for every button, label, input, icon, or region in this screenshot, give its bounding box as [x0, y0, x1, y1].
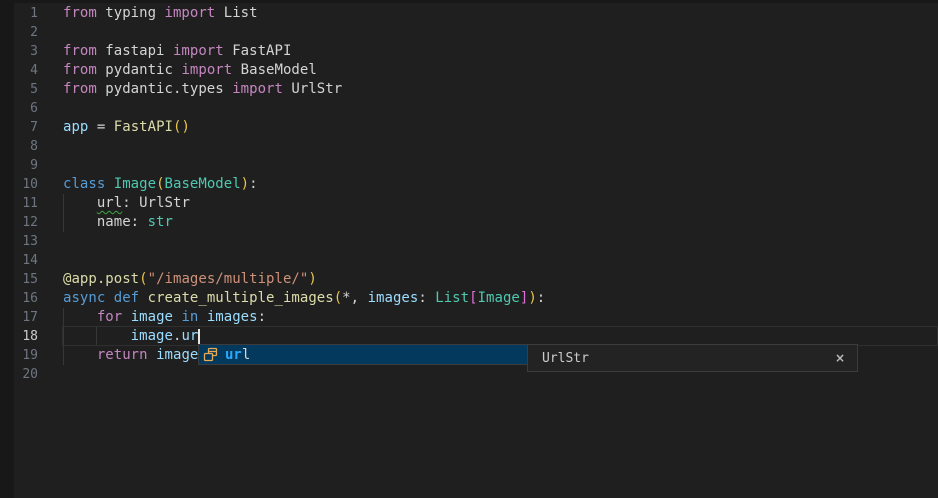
- code-line[interactable]: 13: [0, 232, 938, 251]
- code-line[interactable]: 5 from pydantic.types import UrlStr: [0, 80, 938, 99]
- code-line[interactable]: 14: [0, 251, 938, 270]
- code-line[interactable]: 9: [0, 156, 938, 175]
- code-line[interactable]: 10 class Image(BaseModel):: [0, 175, 938, 194]
- code-line[interactable]: 7 app = FastAPI(): [0, 118, 938, 137]
- suggest-rest-text: l: [242, 347, 250, 363]
- line-number[interactable]: 1: [0, 4, 38, 23]
- line-number[interactable]: 12: [0, 213, 38, 232]
- close-icon[interactable]: ×: [835, 351, 845, 365]
- line-number[interactable]: 8: [0, 137, 38, 156]
- line-number[interactable]: 9: [0, 156, 38, 175]
- line-number[interactable]: 11: [0, 194, 38, 213]
- code-line[interactable]: 6: [0, 99, 938, 118]
- code-line[interactable]: 12 name: str: [0, 213, 938, 232]
- line-number[interactable]: 18: [0, 327, 38, 346]
- code-text: for image in images:: [63, 308, 266, 327]
- code-line[interactable]: 16 async def create_multiple_images(*, im…: [0, 289, 938, 308]
- code-text: from typing import List: [63, 4, 258, 23]
- line-number[interactable]: 7: [0, 118, 38, 137]
- code-line[interactable]: 4 from pydantic import BaseModel: [0, 61, 938, 80]
- line-number[interactable]: 4: [0, 61, 38, 80]
- code-text: name: str: [63, 213, 173, 232]
- code-text: from pydantic.types import UrlStr: [63, 80, 342, 99]
- code-text: class Image(BaseModel):: [63, 175, 258, 194]
- text-caret: [198, 329, 200, 344]
- symbol-field-icon: [203, 347, 219, 363]
- line-number[interactable]: 2: [0, 23, 38, 42]
- code-text: return image: [63, 346, 198, 365]
- line-number[interactable]: 3: [0, 42, 38, 61]
- indent-guide: [63, 194, 64, 232]
- code-text: @app.post("/images/multiple/"): [63, 270, 317, 289]
- line-number[interactable]: 5: [0, 80, 38, 99]
- code-text: from pydantic import BaseModel: [63, 61, 317, 80]
- code-text: image.ur: [63, 327, 198, 346]
- code-line[interactable]: 15 @app.post("/images/multiple/"): [0, 270, 938, 289]
- code-line[interactable]: 8: [0, 137, 938, 156]
- line-number[interactable]: 20: [0, 365, 38, 384]
- line-number[interactable]: 14: [0, 251, 38, 270]
- suggest-detail-text: UrlStr: [542, 351, 835, 366]
- suggest-item-label: url: [225, 347, 250, 363]
- line-number[interactable]: 17: [0, 308, 38, 327]
- code-text: url: UrlStr: [63, 194, 190, 213]
- line-number[interactable]: 13: [0, 232, 38, 251]
- code-text: from fastapi import FastAPI: [63, 42, 291, 61]
- code-area[interactable]: 1 from typing import List 23 from fastapi i…: [0, 4, 938, 384]
- code-line[interactable]: 2: [0, 23, 938, 42]
- line-number[interactable]: 16: [0, 289, 38, 308]
- suggest-item-url[interactable]: url: [199, 345, 527, 364]
- suggest-detail-panel: UrlStr ×: [527, 344, 858, 372]
- window-top-edge: [0, 0, 938, 3]
- code-text: app = FastAPI(): [63, 118, 190, 137]
- code-line[interactable]: 3 from fastapi import FastAPI: [0, 42, 938, 61]
- suggest-widget: url: [198, 344, 528, 365]
- line-number[interactable]: 10: [0, 175, 38, 194]
- suggest-match-text: ur: [225, 347, 242, 363]
- line-number[interactable]: 19: [0, 346, 38, 365]
- code-line[interactable]: 11 url: UrlStr: [0, 194, 938, 213]
- indent-guide: [96, 327, 97, 346]
- editor-window: 1 from typing import List 23 from fastapi i…: [0, 0, 938, 498]
- code-line[interactable]: 1 from typing import List: [0, 4, 938, 23]
- code-text: async def create_multiple_images(*, imag…: [63, 289, 545, 308]
- line-number[interactable]: 15: [0, 270, 38, 289]
- indent-guide: [63, 308, 64, 365]
- line-number[interactable]: 6: [0, 99, 38, 118]
- code-line[interactable]: 17 for image in images:: [0, 308, 938, 327]
